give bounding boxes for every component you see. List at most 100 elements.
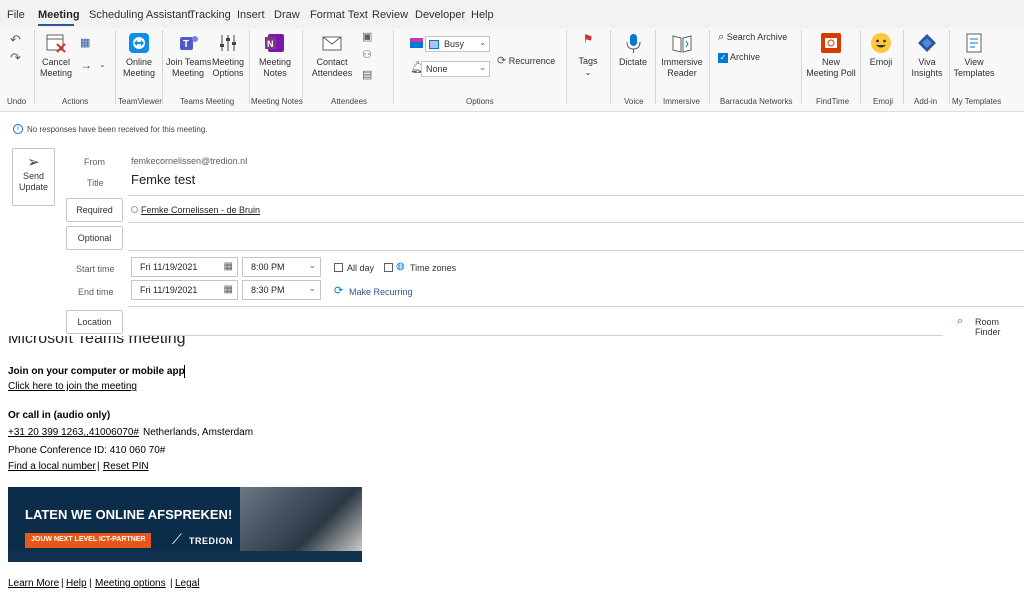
view-templates-button[interactable]: View Templates [953, 32, 995, 79]
cancel-meeting-button[interactable]: Cancel Meeting [38, 32, 74, 79]
contact-attendees-button[interactable]: Contact Attendees [306, 32, 358, 79]
make-recurring-link[interactable]: Make Recurring [349, 287, 413, 297]
teamviewer-icon [129, 33, 149, 53]
dictate-button[interactable]: Dictate [616, 32, 650, 68]
meeting-notes-button[interactable]: N Meeting Notes [255, 32, 295, 79]
send-icon: ➢ [27, 154, 40, 171]
end-time-label: End time [78, 287, 114, 297]
room-finder-icon[interactable]: ⌕ [957, 315, 963, 328]
required-attendee[interactable]: Femke Cornelissen - de Bruin [141, 205, 260, 215]
optional-button[interactable]: Optional [66, 226, 123, 250]
menu-tracking[interactable]: Tracking [189, 9, 231, 21]
book-icon [672, 35, 692, 53]
show-as-select[interactable]: Busy ⌄ [425, 36, 490, 52]
recurrence-button[interactable]: ⟳ Recurrence [497, 56, 555, 67]
all-day-checkbox[interactable] [334, 263, 343, 272]
message-body[interactable]: Microsoft Teams meeting Join on your com… [0, 336, 1024, 601]
legal-link[interactable]: Legal [175, 578, 199, 589]
call-in-heading: Or call in (audio only) [8, 410, 111, 421]
svg-text:T: T [183, 39, 189, 50]
tags-button[interactable]: ⚑ Tags ⌄ [574, 32, 602, 78]
chevron-down-icon[interactable]: ⌄ [99, 60, 106, 69]
from-value: femkecornelissen@tredion.nl [131, 156, 248, 166]
required-button[interactable]: Required [66, 198, 123, 222]
reminder-select[interactable]: None ⌄ [421, 61, 490, 77]
meeting-options-button[interactable]: Meeting Options [210, 32, 246, 79]
calendar-icon[interactable]: ▦ [224, 261, 233, 272]
menu-meeting[interactable]: Meeting [38, 9, 80, 21]
time-zones-checkbox[interactable] [384, 263, 393, 272]
group-label-findtime: FindTime [816, 97, 850, 106]
join-teams-meeting-button[interactable]: T Join Teams Meeting [166, 32, 211, 79]
text-cursor [184, 365, 185, 378]
title-input[interactable]: Femke test [131, 172, 195, 187]
learn-more-link[interactable]: Learn More [8, 578, 59, 589]
forward-arrow-icon[interactable]: → [80, 58, 92, 72]
calendar-icon[interactable]: ▦ [224, 284, 233, 295]
teams-icon: T [180, 36, 198, 50]
teams-heading: Microsoft Teams meeting [8, 336, 186, 347]
menu-format-text[interactable]: Format Text [310, 9, 368, 21]
presence-icon [131, 206, 138, 213]
menu-developer[interactable]: Developer [415, 9, 465, 21]
group-label-attendees: Attendees [331, 97, 368, 106]
menu-draw[interactable]: Draw [274, 9, 300, 21]
start-time-select[interactable]: 8:00 PM ⌄ [242, 257, 321, 277]
calendar-cancel-icon [46, 34, 66, 53]
recurrence-icon: ⟳ [334, 285, 344, 297]
tredion-logo-icon: ⟋ [172, 531, 182, 547]
phone-number-link[interactable]: +31 20 399 1263,,41006070# [8, 427, 139, 438]
tredion-banner[interactable]: LATEN WE ONLINE AFSPREKEN! JOUW NEXT LEV… [8, 487, 362, 562]
address-book-icon[interactable]: ▣ [362, 30, 372, 43]
menu-review[interactable]: Review [372, 9, 408, 21]
undo-icon[interactable]: ↶ [10, 32, 21, 48]
search-archive-button[interactable]: ⌕ Search Archive [718, 32, 787, 43]
chevron-down-icon: ⌄ [308, 260, 316, 270]
start-date-field[interactable]: Fri 11/19/2021 ▦ [131, 257, 238, 277]
group-label-options: Options [466, 97, 494, 106]
emoji-button[interactable]: Emoji [866, 32, 896, 68]
reset-pin-link[interactable]: Reset PIN [103, 461, 149, 472]
ribbon: ↶ ↷ Undo Cancel Meeting ▦ → ⌄ Actions On… [0, 28, 1024, 112]
calendar-grid-icon[interactable]: ▦ [80, 36, 90, 49]
new-meeting-poll-button[interactable]: New Meeting Poll [805, 32, 857, 79]
chevron-down-icon: ⌄ [479, 38, 486, 47]
envelope-icon [322, 36, 342, 51]
group-label-teams: Teams Meeting [180, 97, 235, 106]
help-link[interactable]: Help [66, 578, 87, 589]
online-meeting-button[interactable]: Online Meeting [119, 32, 159, 79]
sliders-icon [220, 35, 236, 51]
end-time-select[interactable]: 8:30 PM ⌄ [242, 280, 321, 300]
redo-icon[interactable]: ↷ [10, 50, 21, 66]
group-label-immersive: Immersive [663, 97, 700, 106]
viva-insights-button[interactable]: Viva Insights [908, 32, 946, 79]
meeting-options-link[interactable]: Meeting options [95, 578, 166, 589]
join-heading: Join on your computer or mobile app [8, 366, 185, 377]
menu-file[interactable]: File [7, 9, 25, 21]
find-local-number-link[interactable]: Find a local number [8, 461, 96, 472]
phone-location: Netherlands, Amsterdam [143, 427, 254, 438]
group-label-actions: Actions [62, 97, 89, 106]
group-label-voice: Voice [624, 97, 644, 106]
join-meeting-link[interactable]: Click here to join the meeting [8, 381, 137, 392]
banner-brand: TREDION [189, 536, 233, 546]
archive-button[interactable]: ✓ Archive [718, 52, 760, 63]
response-options-icon[interactable]: ▤ [362, 68, 372, 81]
menu-insert[interactable]: Insert [237, 9, 265, 21]
immersive-reader-button[interactable]: Immersive Reader [660, 32, 704, 79]
active-tab-indicator [38, 24, 74, 26]
start-time-label: Start time [76, 264, 115, 274]
group-label-addin: Add-in [914, 97, 938, 106]
end-date-field[interactable]: Fri 11/19/2021 ▦ [131, 280, 238, 300]
svg-text:N: N [267, 39, 274, 49]
people-icon[interactable]: ⚇ [362, 48, 372, 61]
room-finder-label[interactable]: Room Finder [975, 317, 1024, 337]
send-update-button[interactable]: ➢ Send Update [12, 148, 55, 206]
group-label-emoji: Emoji [873, 97, 894, 106]
templates-icon [966, 33, 982, 53]
location-button[interactable]: Location [66, 310, 123, 334]
viva-insights-icon [918, 34, 936, 52]
menu-help[interactable]: Help [471, 9, 494, 21]
flag-icon: ⚑ [582, 32, 594, 46]
menu-scheduling-assistant[interactable]: Scheduling Assistant [89, 9, 191, 21]
